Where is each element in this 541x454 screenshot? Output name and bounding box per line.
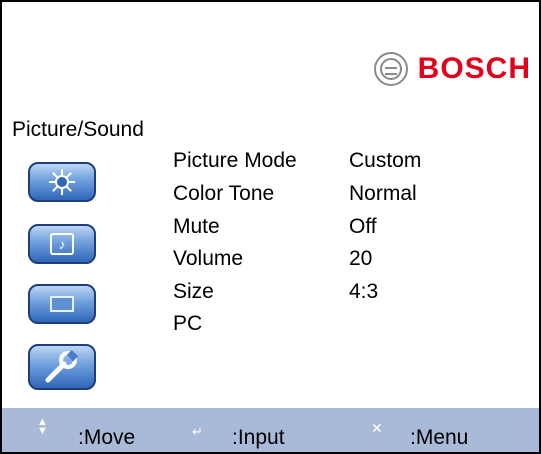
up-down-arrow-icon: ▲ ▼ xyxy=(37,416,48,437)
setting-value: 4:3 xyxy=(349,280,379,303)
sidebar-item-sound[interactable]: ♪ xyxy=(28,224,96,264)
input-hint: :Input xyxy=(232,426,285,449)
music-note-icon: ♪ xyxy=(50,233,74,255)
wrench-icon xyxy=(45,350,79,383)
menu-hint: :Menu xyxy=(410,426,469,449)
brand-name: BOSCH xyxy=(417,52,531,85)
brightness-icon xyxy=(49,169,75,195)
sidebar-item-screen[interactable] xyxy=(28,284,96,324)
menu-title: Picture/Sound xyxy=(12,118,144,141)
setting-value: Custom xyxy=(349,149,422,172)
setting-value: Normal xyxy=(349,182,417,205)
setting-label: PC xyxy=(173,312,203,335)
setting-value: Off xyxy=(349,215,377,238)
screen-window-icon xyxy=(50,296,74,312)
setting-label: Mute xyxy=(173,215,220,238)
key-help-bar: ▲ ▼ :Move ↵ :Input ✕ :Menu xyxy=(2,408,539,452)
close-icon: ✕ xyxy=(371,420,383,436)
setting-value: 20 xyxy=(349,247,373,270)
enter-icon: ↵ xyxy=(192,424,203,439)
setting-label: Size xyxy=(173,280,214,303)
bosch-armature-icon xyxy=(373,52,408,86)
setting-label: Picture Mode xyxy=(173,149,297,172)
sidebar-item-setup[interactable] xyxy=(28,344,96,390)
setting-label: Color Tone xyxy=(173,182,275,205)
brand-logo: BOSCH xyxy=(373,52,531,86)
osd-menu-screen: BOSCH Picture/Sound ♪ Picture Mode Custo… xyxy=(0,0,541,454)
move-hint: :Move xyxy=(78,426,136,449)
sidebar-item-picture[interactable] xyxy=(28,162,96,202)
setting-label: Volume xyxy=(173,247,244,270)
